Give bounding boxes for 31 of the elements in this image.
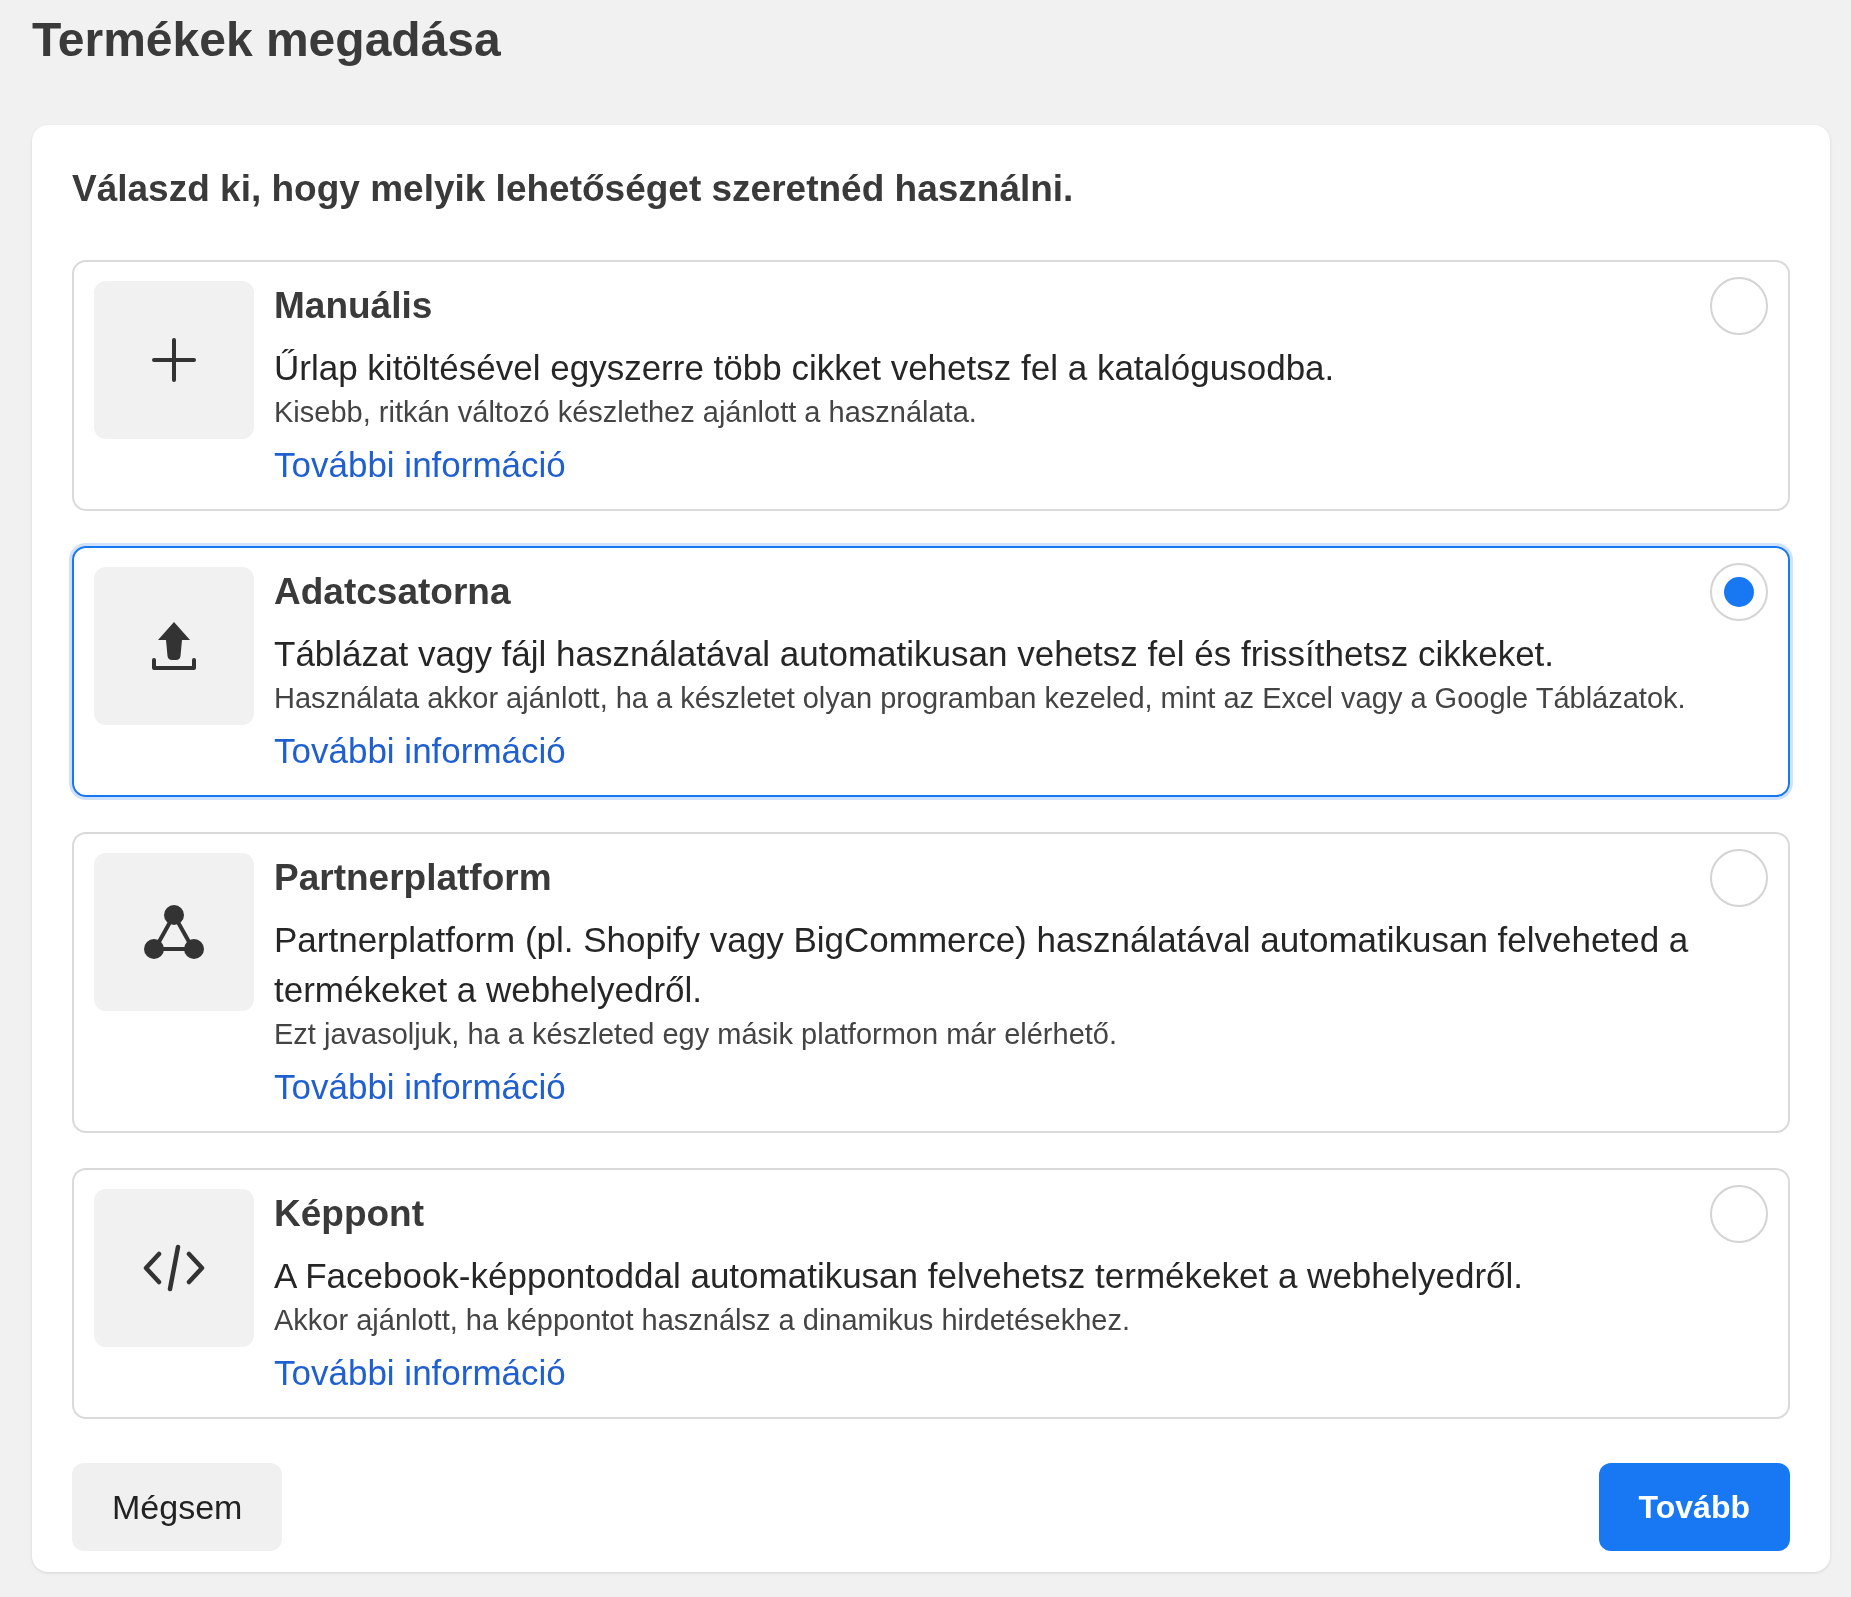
plus-icon: [152, 338, 196, 382]
more-info-link[interactable]: További információ: [274, 1067, 566, 1107]
option-card[interactable]: Manuális Űrlap kitöltésével egyszerre több cikket vehetsz fel a katalógusodba. Kisebb, ritkán változó készlethez ajánlott a használata. További információ: [72, 260, 1790, 511]
option-description: Partnerplatform (pl. Shopify vagy BigCommerce) használatával automatikusan felveheted a termékeket a webhelyedről.: [274, 919, 1690, 1011]
option-note: Használata akkor ajánlott, ha a készletet olyan programban kezeled, mint az Excel vagy a Google Táblázatok.: [274, 681, 1686, 715]
radio-button[interactable]: [1710, 1185, 1768, 1243]
card-heading: Válaszd ki, hogy melyik lehetőséget szeretnéd használni.: [72, 167, 1075, 211]
option-description: A Facebook-képpontoddal automatikusan felvehetsz termékeket a webhelyedről.: [274, 1255, 1524, 1297]
connected-nodes-icon: [143, 904, 205, 960]
more-info-link[interactable]: További információ: [274, 445, 566, 485]
radio-button[interactable]: [1710, 277, 1768, 335]
option-note: Akkor ajánlott, ha képpontot használsz a dinamikus hirdetésekhez.: [274, 1303, 1130, 1337]
option-title: Adatcsatorna: [274, 570, 511, 614]
page-title: Termékek megadása: [32, 12, 502, 68]
radio-button[interactable]: [1710, 849, 1768, 907]
option-title: Képpont: [274, 1192, 425, 1236]
cancel-button[interactable]: Mégsem: [72, 1463, 283, 1551]
more-info-link[interactable]: További információ: [274, 731, 566, 771]
code-icon: [143, 1244, 205, 1292]
option-note: Kisebb, ritkán változó készlethez ajánlott a használata.: [274, 395, 977, 429]
option-card[interactable]: Képpont A Facebook-képpontoddal automatikusan felvehetsz termékeket a webhelyedről. Akkor ajánlott, ha képpontot használsz a dinamikus hirdetésekhez. További információ: [72, 1168, 1790, 1419]
option-title: Manuális: [274, 284, 433, 328]
option-title: Partnerplatform: [274, 856, 552, 900]
more-info-link[interactable]: További információ: [274, 1353, 566, 1393]
next-button[interactable]: Tovább: [1598, 1463, 1790, 1551]
upload-icon: [150, 620, 198, 672]
option-note: Ezt javasoljuk, ha a készleted egy másik platformon már elérhető.: [274, 1017, 1117, 1051]
option-description: Táblázat vagy fájl használatával automatikusan vehetsz fel és frissíthetsz cikkeket.: [274, 633, 1555, 675]
option-card[interactable]: [72, 546, 1790, 797]
radio-button[interactable]: [1710, 563, 1768, 621]
option-description: Űrlap kitöltésével egyszerre több cikket vehetsz fel a katalógusodba.: [274, 347, 1335, 389]
